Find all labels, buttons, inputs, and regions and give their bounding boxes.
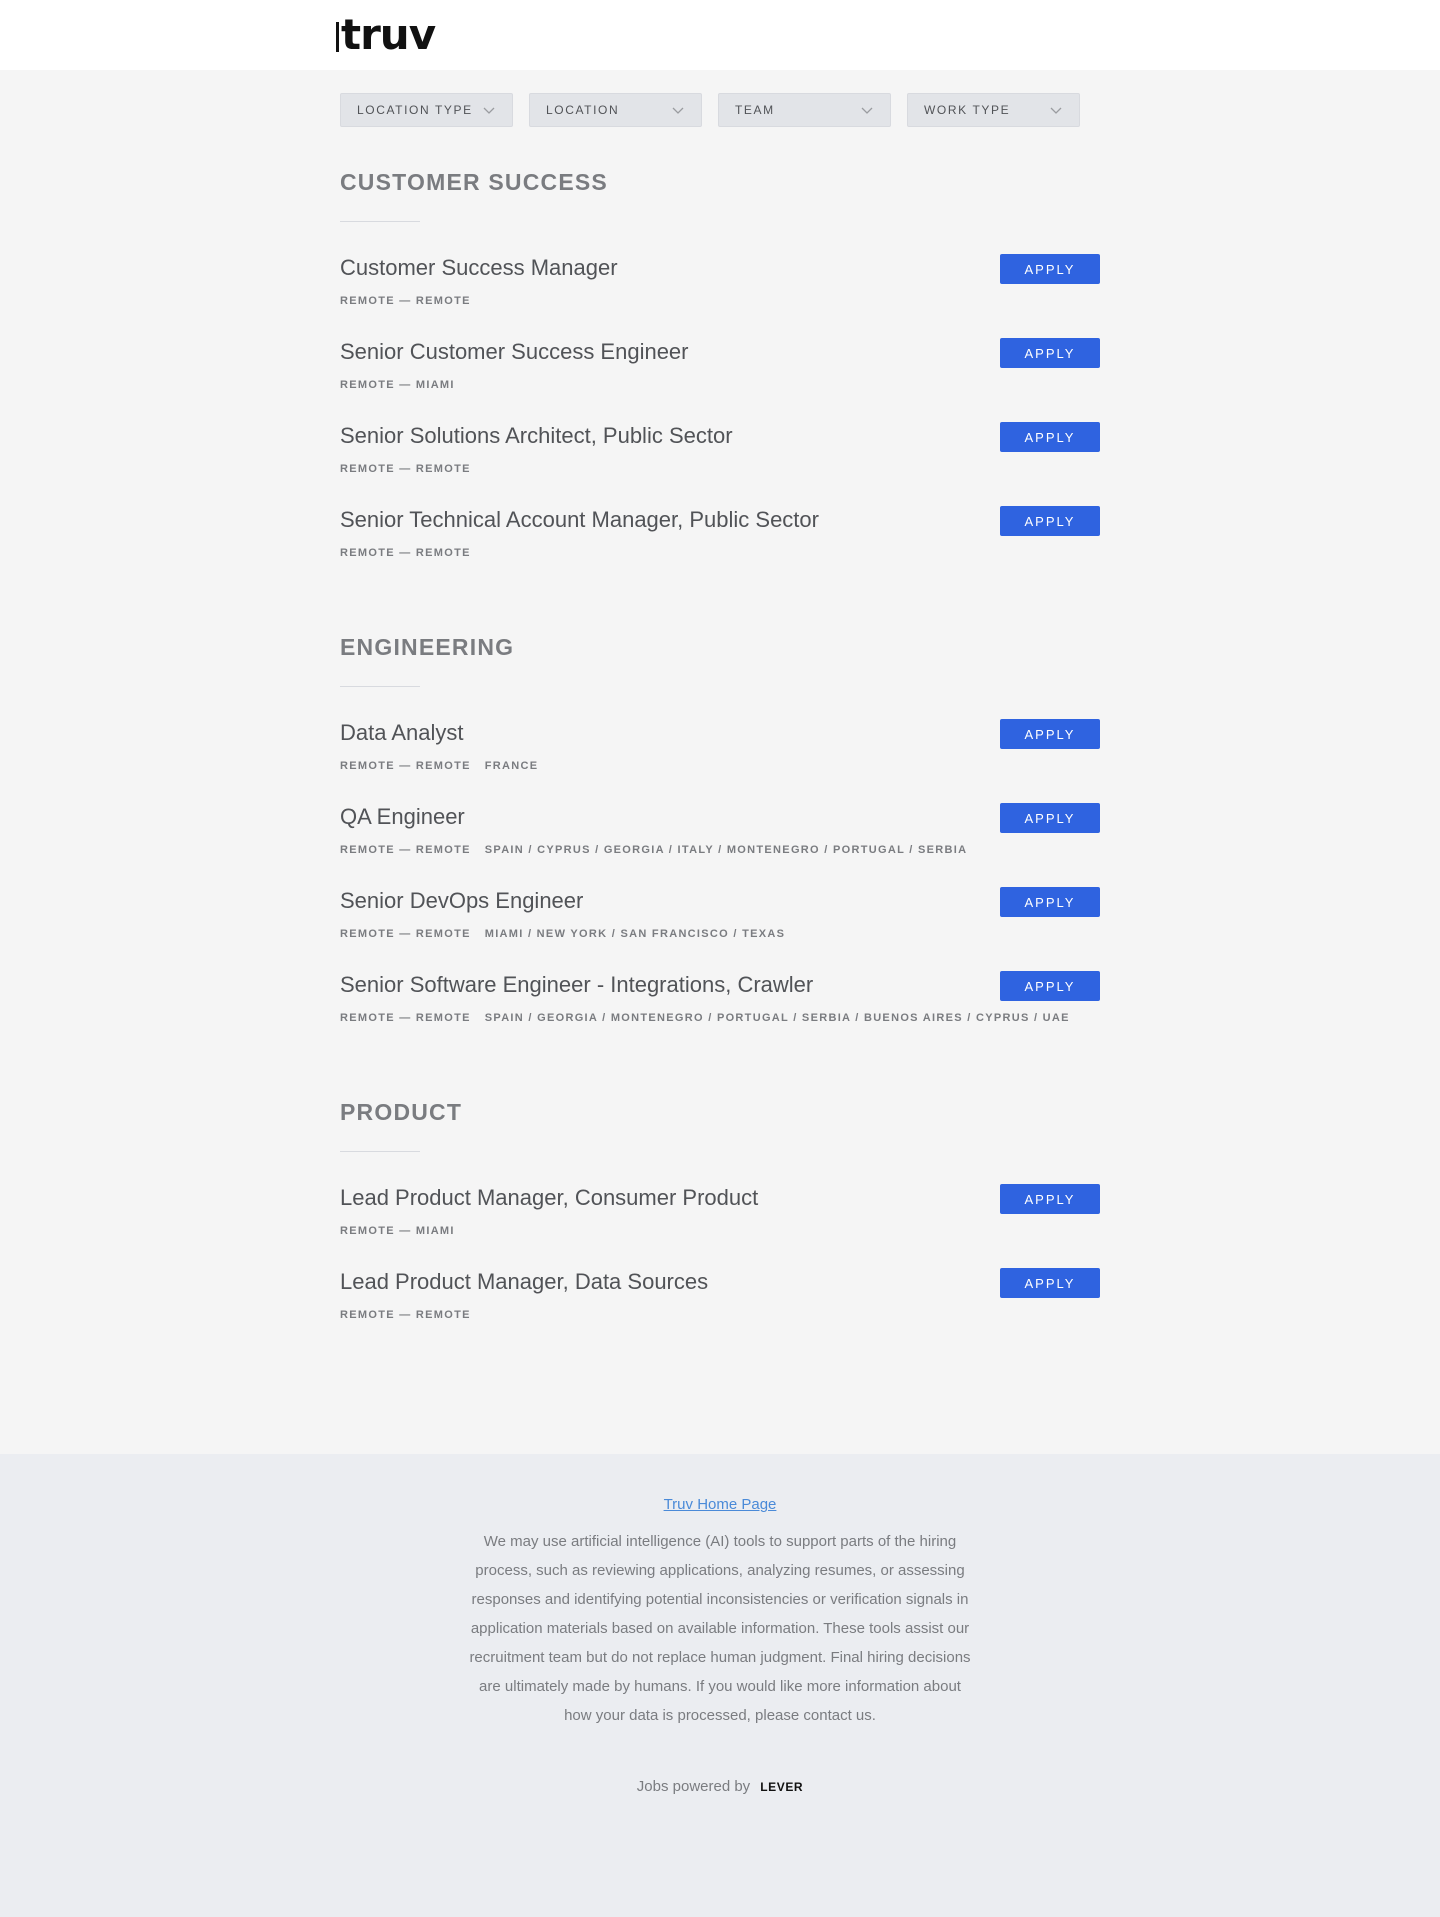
job-extra-locations: SPAIN / GEORGIA / MONTENEGRO / PORTUGAL … (484, 1012, 1070, 1024)
team-customer-success: CUSTOMER SUCCESS Customer Success Manage… (340, 167, 1100, 588)
filter-location-type[interactable]: LOCATION TYPE (340, 93, 513, 127)
apply-button[interactable]: APPLY (1000, 887, 1100, 917)
job-title-link[interactable]: Customer Success Manager (340, 252, 1100, 282)
apply-button[interactable]: APPLY (1000, 254, 1100, 284)
filter-work-type[interactable]: WORK TYPE (907, 93, 1080, 127)
job-posting: Customer Success Manager REMOTE — REMOTE… (340, 252, 1100, 336)
job-posting: Senior Technical Account Manager, Public… (340, 504, 1100, 588)
job-meta: REMOTE — REMOTE (340, 295, 1100, 307)
job-title-link[interactable]: Senior Customer Success Engineer (340, 336, 1100, 366)
job-location: REMOTE — MIAMI (340, 379, 455, 391)
job-location: REMOTE — REMOTE (340, 844, 471, 856)
job-meta: REMOTE — MIAMI (340, 1225, 1100, 1237)
chevron-down-icon (861, 107, 873, 114)
job-posting: Senior Solutions Architect, Public Secto… (340, 420, 1100, 504)
job-title-link[interactable]: Data Analyst (340, 717, 1100, 747)
logo-mark-icon (336, 22, 339, 52)
job-posting: Senior Customer Success Engineer REMOTE … (340, 336, 1100, 420)
job-extra-locations: MIAMI / NEW YORK / SAN FRANCISCO / TEXAS (484, 928, 786, 940)
divider (340, 686, 420, 687)
team-product: PRODUCT Lead Product Manager, Consumer P… (340, 1097, 1100, 1350)
job-location: REMOTE — REMOTE (340, 1309, 471, 1321)
job-title-link[interactable]: QA Engineer (340, 801, 1100, 831)
apply-button[interactable]: APPLY (1000, 719, 1100, 749)
divider (340, 1151, 420, 1152)
chevron-down-icon (1050, 107, 1062, 114)
postings-container: LOCATION TYPE LOCATION TEAM WORK TYPE CU… (0, 70, 1440, 1454)
job-location: REMOTE — REMOTE (340, 463, 471, 475)
filter-team[interactable]: TEAM (718, 93, 891, 127)
powered-by-text: Jobs powered by (636, 1778, 751, 1795)
chevron-down-icon (483, 107, 495, 114)
job-title-link[interactable]: Lead Product Manager, Consumer Product (340, 1182, 1100, 1212)
filter-label: LOCATION (546, 103, 620, 117)
team-title: PRODUCT (340, 1099, 463, 1125)
filter-location[interactable]: LOCATION (529, 93, 702, 127)
job-location: REMOTE — REMOTE (340, 547, 471, 559)
filter-bar: LOCATION TYPE LOCATION TEAM WORK TYPE (340, 93, 1100, 127)
job-meta: REMOTE — REMOTE SPAIN / CYPRUS / GEORGIA… (340, 844, 1100, 856)
truv-logo[interactable]: truv (336, 10, 436, 59)
team-engineering: ENGINEERING Data Analyst REMOTE — REMOTE… (340, 632, 1100, 1053)
job-meta: REMOTE — REMOTE SPAIN / GEORGIA / MONTEN… (340, 1012, 1100, 1024)
team-title: ENGINEERING (340, 634, 515, 660)
filter-label: LOCATION TYPE (357, 103, 473, 117)
apply-button[interactable]: APPLY (1000, 506, 1100, 536)
home-page-link[interactable]: Truv Home Page (664, 1496, 777, 1513)
logo-text: truv (341, 10, 436, 59)
job-posting: Lead Product Manager, Consumer Product R… (340, 1182, 1100, 1266)
job-title-link[interactable]: Lead Product Manager, Data Sources (340, 1266, 1100, 1296)
apply-button[interactable]: APPLY (1000, 1268, 1100, 1298)
page-footer: Truv Home Page We may use artificial int… (0, 1454, 1440, 1917)
page-header: truv (0, 0, 1440, 70)
job-location: REMOTE — REMOTE (340, 295, 471, 307)
apply-button[interactable]: APPLY (1000, 338, 1100, 368)
job-location: REMOTE — REMOTE (340, 760, 471, 772)
lever-logo[interactable]: LEVER (760, 1780, 803, 1794)
job-extra-locations: SPAIN / CYPRUS / GEORGIA / ITALY / MONTE… (484, 844, 968, 856)
ai-disclaimer: We may use artificial intelligence (AI) … (469, 1533, 971, 1724)
job-meta: REMOTE — REMOTE (340, 547, 1100, 559)
job-meta: REMOTE — REMOTE FRANCE (340, 760, 1100, 772)
apply-button[interactable]: APPLY (1000, 1184, 1100, 1214)
job-posting: QA Engineer REMOTE — REMOTE SPAIN / CYPR… (340, 801, 1100, 885)
job-location: REMOTE — REMOTE (340, 928, 471, 940)
job-title-link[interactable]: Senior DevOps Engineer (340, 885, 1100, 915)
filter-label: TEAM (735, 103, 775, 117)
job-posting: Senior DevOps Engineer REMOTE — REMOTE M… (340, 885, 1100, 969)
job-meta: REMOTE — REMOTE (340, 463, 1100, 475)
job-title-link[interactable]: Senior Software Engineer - Integrations,… (340, 969, 1100, 999)
job-posting: Data Analyst REMOTE — REMOTE FRANCE APPL… (340, 717, 1100, 801)
job-location: REMOTE — MIAMI (340, 1225, 455, 1237)
team-title: CUSTOMER SUCCESS (340, 169, 608, 195)
apply-button[interactable]: APPLY (1000, 422, 1100, 452)
job-title-link[interactable]: Senior Solutions Architect, Public Secto… (340, 420, 1100, 450)
job-posting: Lead Product Manager, Data Sources REMOT… (340, 1266, 1100, 1350)
job-location: REMOTE — REMOTE (340, 1012, 471, 1024)
apply-button[interactable]: APPLY (1000, 971, 1100, 1001)
apply-button[interactable]: APPLY (1000, 803, 1100, 833)
job-meta: REMOTE — REMOTE (340, 1309, 1100, 1321)
job-meta: REMOTE — MIAMI (340, 379, 1100, 391)
job-posting: Senior Software Engineer - Integrations,… (340, 969, 1100, 1053)
powered-by: Jobs powered by LEVER (0, 1778, 1440, 1795)
job-extra-locations: FRANCE (484, 760, 539, 772)
job-title-link[interactable]: Senior Technical Account Manager, Public… (340, 504, 1100, 534)
chevron-down-icon (672, 107, 684, 114)
divider (340, 221, 420, 222)
filter-label: WORK TYPE (924, 103, 1011, 117)
job-meta: REMOTE — REMOTE MIAMI / NEW YORK / SAN F… (340, 928, 1100, 940)
